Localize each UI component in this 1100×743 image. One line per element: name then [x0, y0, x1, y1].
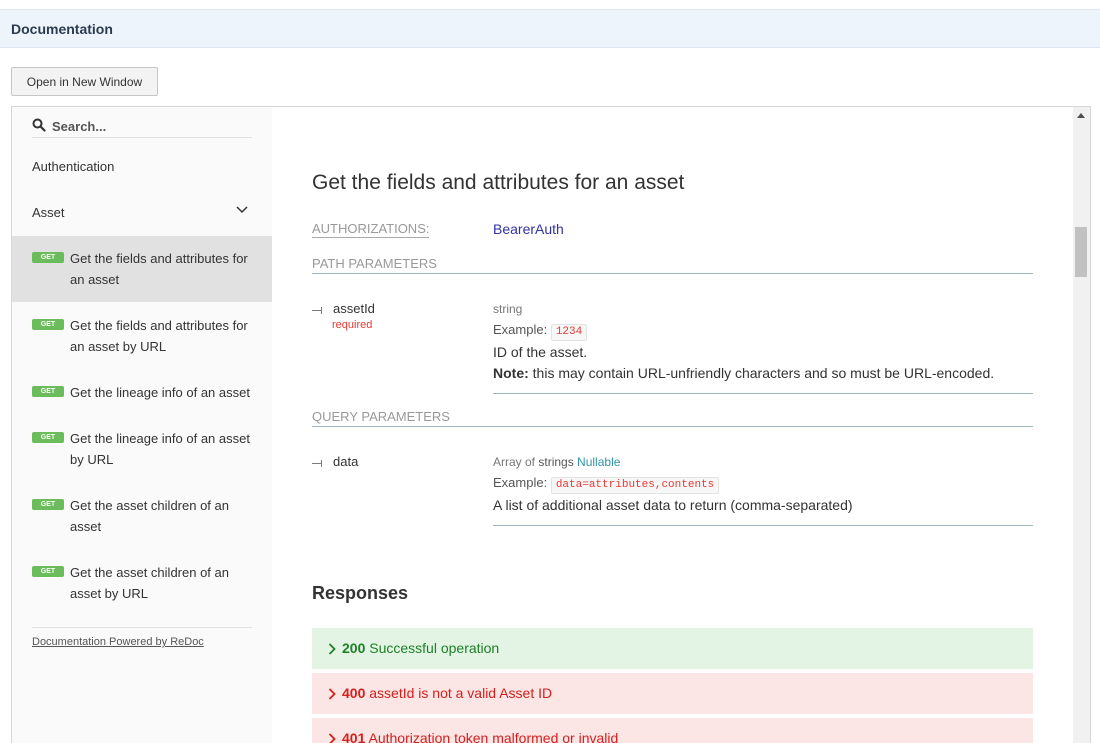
param-type: string: [493, 302, 523, 316]
response-401[interactable]: 401 Authorization token malformed or inv…: [312, 718, 1033, 743]
response-text: Authorization token malformed or invalid: [368, 730, 619, 743]
sidebar-item-asset[interactable]: Asset: [32, 205, 65, 220]
param-name-data: data: [333, 454, 359, 469]
param-example: Example: data=attributes,contents: [493, 475, 720, 494]
param-bullet-icon: [312, 460, 322, 467]
sidebar-op-get-lineage-by-url[interactable]: GET Get the lineage info of an asset by …: [12, 417, 272, 483]
chevron-right-icon: [328, 643, 336, 655]
response-code: 200: [342, 640, 366, 656]
operation-content: Get the fields and attributes for an ass…: [272, 107, 1074, 743]
docs-frame: Authentication Asset GET Get the fields …: [11, 106, 1091, 743]
chevron-down-icon[interactable]: [236, 206, 248, 214]
open-in-new-window-button[interactable]: Open in New Window: [11, 67, 158, 96]
param-description: ID of the asset.: [493, 344, 588, 360]
response-code: 400: [342, 685, 366, 701]
example-value: data=attributes,contents: [550, 477, 720, 494]
sidebar-op-get-fields[interactable]: GET Get the fields and attributes for an…: [12, 236, 272, 302]
param-required-label: required: [332, 319, 373, 331]
scrollbar-thumb[interactable]: [1075, 227, 1087, 277]
op-label-line: asset by URL: [70, 586, 149, 601]
param-description: A list of additional asset data to retur…: [493, 497, 853, 513]
op-label-line: asset: [70, 519, 102, 534]
chevron-right-icon: [328, 688, 336, 700]
type-strong: strings: [538, 455, 574, 469]
path-parameters-heading: PATH PARAMETERS: [312, 256, 1033, 274]
note-label: Note:: [493, 365, 529, 381]
op-label-line: Get the lineage info of an asset: [70, 431, 250, 446]
op-label-line: an asset: [70, 272, 120, 287]
get-badge: GET: [32, 252, 64, 263]
response-code: 401: [342, 730, 366, 743]
op-label-line: an asset by URL: [70, 339, 167, 354]
response-200[interactable]: 200 Successful operation: [312, 628, 1033, 669]
example-value: 1234: [550, 324, 588, 341]
op-label-line: Get the fields and attributes for: [70, 251, 248, 266]
param-divider: [493, 525, 1033, 526]
search-input[interactable]: [52, 116, 250, 136]
param-divider: [493, 393, 1033, 394]
get-badge: GET: [32, 319, 64, 330]
example-label: Example:: [493, 322, 548, 337]
param-example: Example: 1234: [493, 322, 588, 341]
responses-title: Responses: [312, 583, 409, 603]
scrollbar[interactable]: [1073, 107, 1090, 743]
redoc-powered-link[interactable]: Documentation Powered by ReDoc: [32, 636, 204, 648]
op-label-line: by URL: [70, 452, 114, 467]
param-name-assetid: assetId: [333, 301, 375, 316]
scroll-up-arrow-icon[interactable]: [1077, 113, 1085, 118]
response-text: assetId is not a valid Asset ID: [369, 685, 553, 701]
get-badge: GET: [32, 499, 64, 510]
documentation-header: Documentation: [0, 9, 1100, 48]
response-400[interactable]: 400 assetId is not a valid Asset ID: [312, 673, 1033, 714]
op-label-line: Get the fields and attributes for: [70, 318, 248, 333]
search-box: [32, 116, 252, 138]
param-bullet-icon: [312, 307, 322, 314]
sidebar-op-get-children[interactable]: GET Get the asset children of an asset: [12, 484, 272, 550]
example-label: Example:: [493, 475, 548, 490]
sidebar-op-get-fields-by-url[interactable]: GET Get the fields and attributes for an…: [12, 303, 272, 369]
sidebar-item-authentication[interactable]: Authentication: [32, 159, 114, 174]
type-prefix: Array of: [493, 455, 539, 469]
header-title: Documentation: [11, 21, 113, 37]
sidebar-op-get-lineage[interactable]: GET Get the lineage info of an asset: [12, 371, 272, 415]
response-text: Successful operation: [369, 640, 500, 656]
op-label-line: Get the asset children of an: [70, 565, 229, 580]
param-note: Note: this may contain URL-unfriendly ch…: [493, 365, 994, 381]
chevron-right-icon: [328, 733, 336, 743]
op-label-line: Get the lineage info of an asset: [70, 385, 250, 400]
authorizations-label: AUTHORIZATIONS:: [312, 221, 430, 238]
param-type: Array of strings Nullable: [493, 455, 620, 469]
search-icon: [32, 118, 46, 132]
op-label-line: Get the asset children of an: [70, 498, 229, 513]
sidebar: Authentication Asset GET Get the fields …: [12, 107, 272, 743]
sidebar-divider: [32, 627, 252, 628]
nullable-label: Nullable: [577, 455, 621, 469]
get-badge: GET: [32, 432, 64, 443]
query-parameters-heading: QUERY PARAMETERS: [312, 409, 1033, 427]
authorizations-value[interactable]: BearerAuth: [493, 221, 564, 237]
note-text: this may contain URL-unfriendly characte…: [528, 365, 995, 381]
sidebar-op-get-children-by-url[interactable]: GET Get the asset children of an asset b…: [12, 551, 272, 617]
operation-title: Get the fields and attributes for an ass…: [312, 171, 685, 194]
get-badge: GET: [32, 566, 64, 577]
top-strip: [0, 0, 1100, 9]
get-badge: GET: [32, 386, 64, 397]
